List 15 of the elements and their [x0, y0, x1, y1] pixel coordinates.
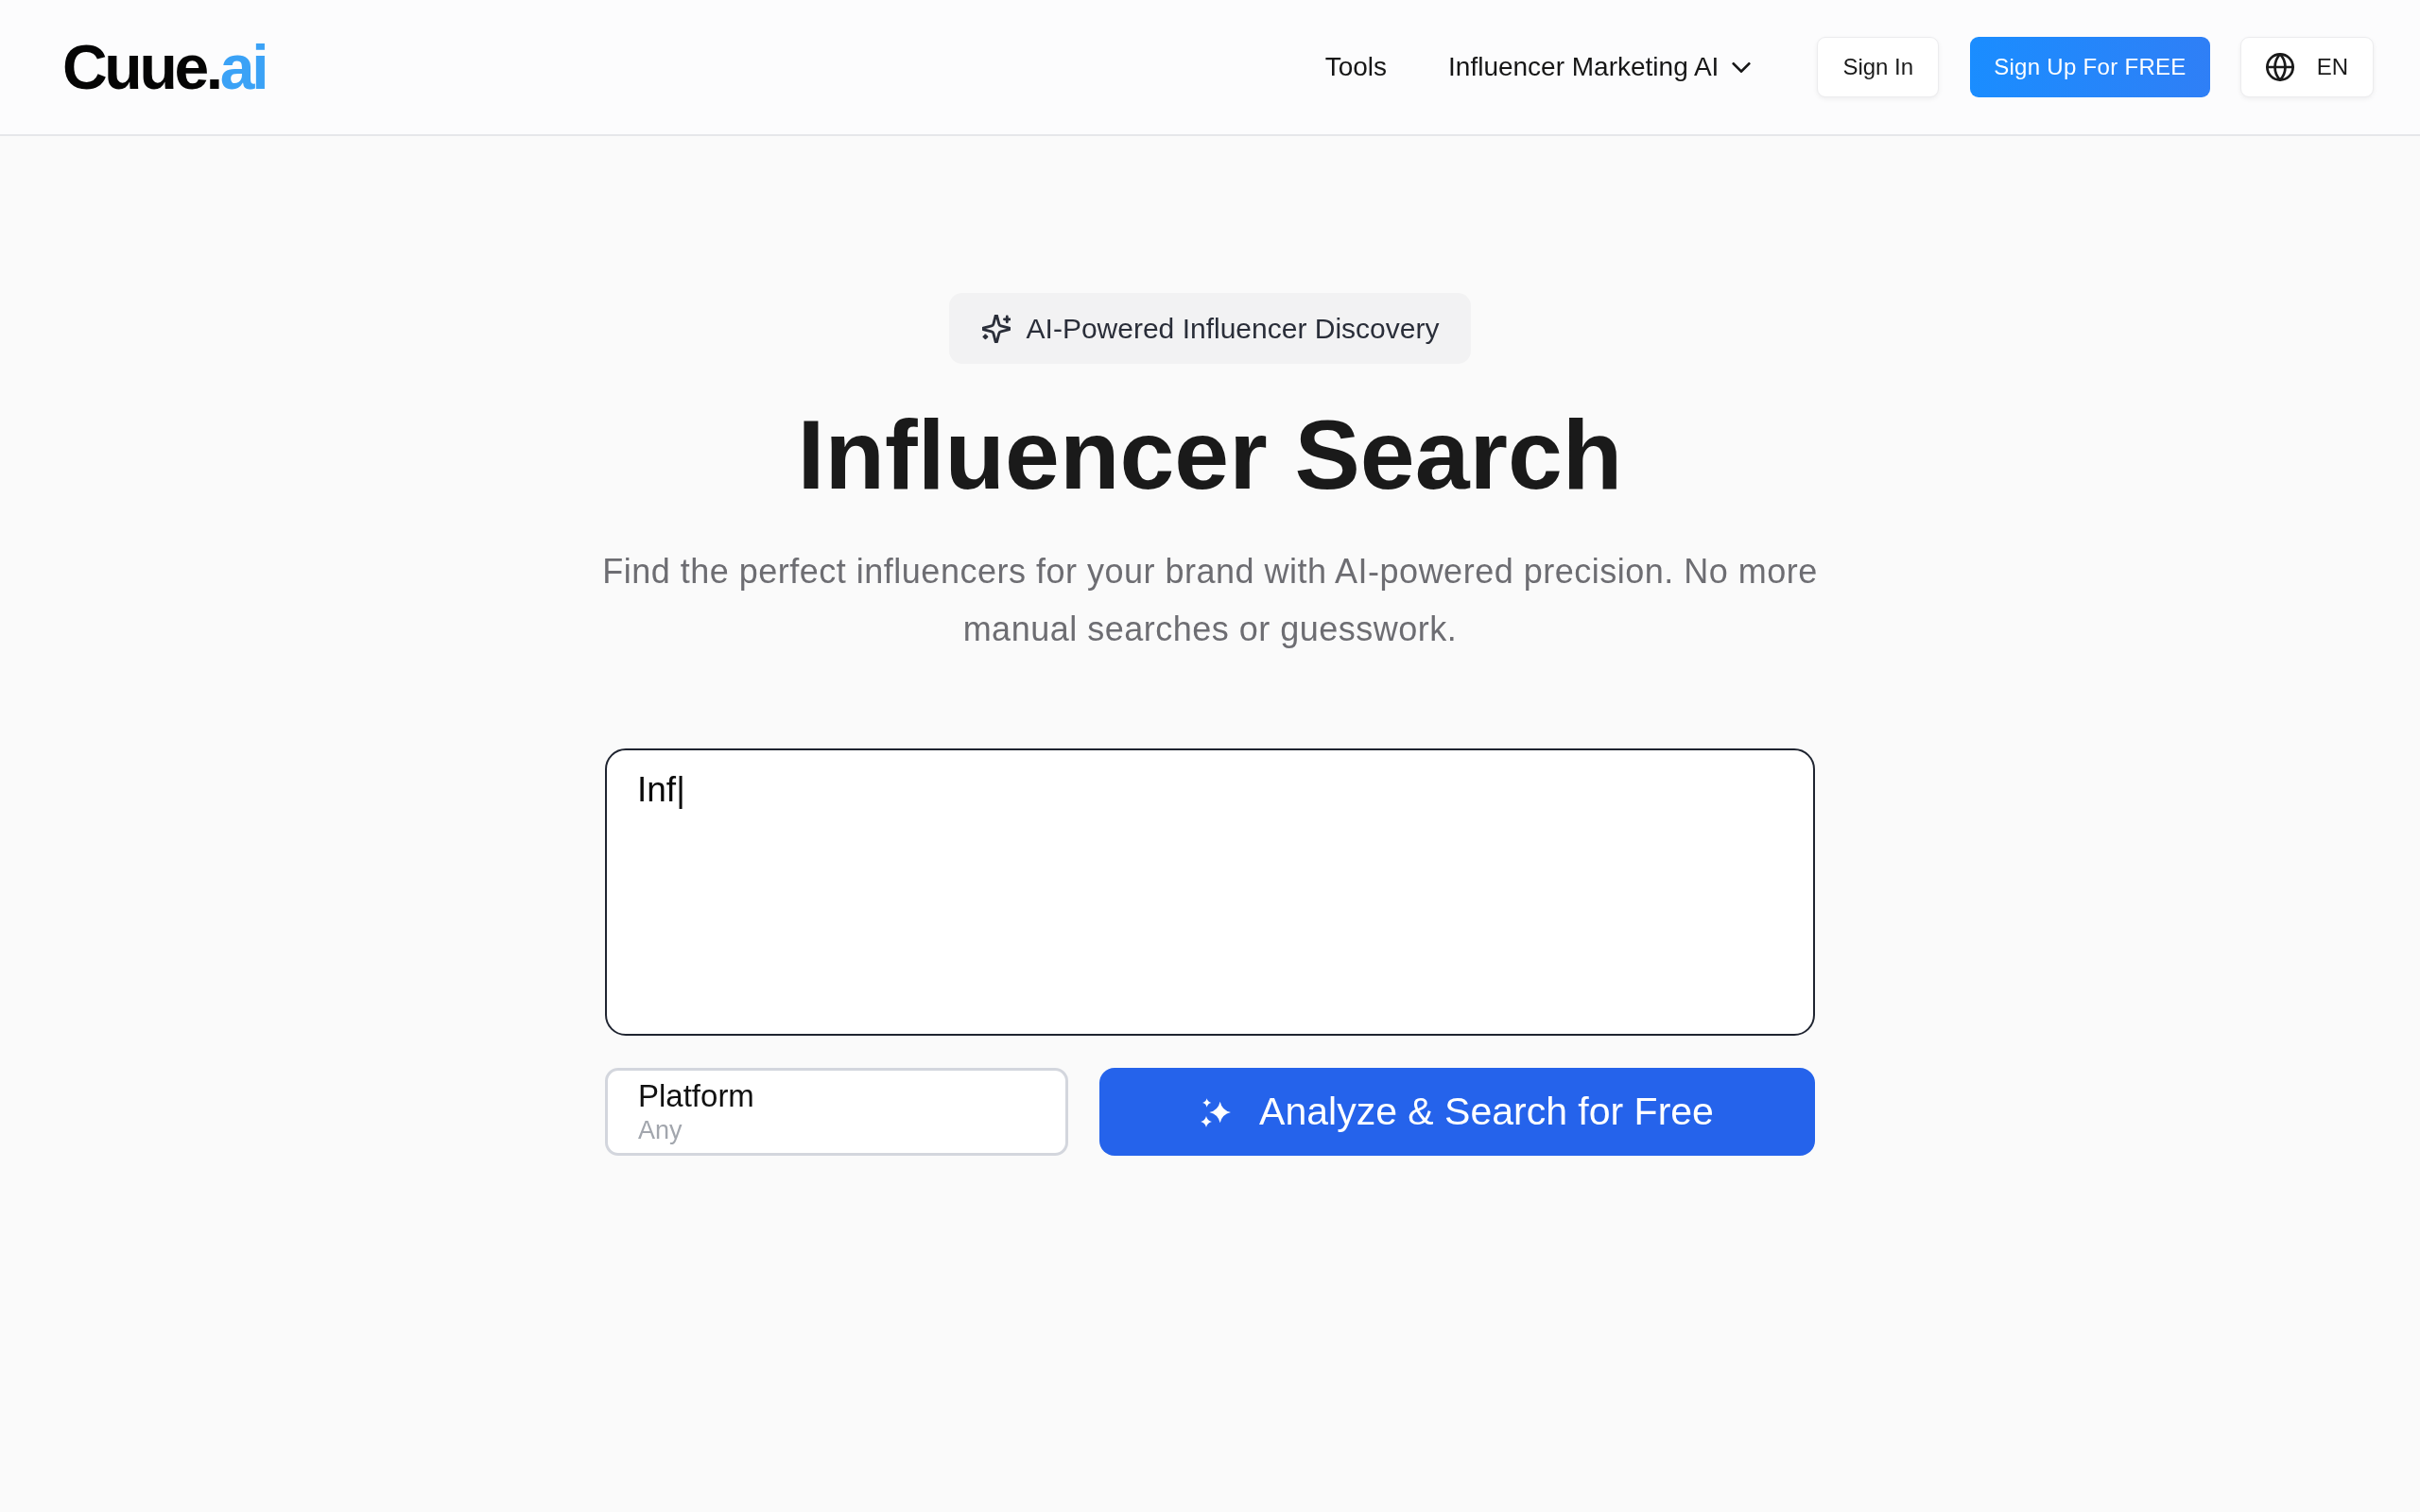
nav-link[interactable]: Tools [1324, 52, 1388, 82]
analyze-search-button[interactable]: Analyze & Search for Free [1099, 1068, 1815, 1156]
nav-dropdown[interactable]: Influencer Marketing AI [1448, 52, 1752, 82]
subtitle: Find the perfect influencers for your brand with AI-powered precision. No more manual searches or guesswork. [601, 551, 1819, 650]
sign-up-button[interactable]: Sign Up For FREE [1970, 37, 2210, 97]
logo[interactable]: Cuue.ai [62, 36, 267, 98]
sparkles-icon [1201, 1096, 1232, 1127]
page-title: Influencer Search [797, 399, 1623, 511]
badge-text: AI-Powered Influencer Discovery [1026, 312, 1440, 345]
language-button[interactable]: EN [2239, 37, 2374, 97]
sign-in-button[interactable]: Sign In [1817, 37, 1940, 97]
search-textarea[interactable]: Inf| [605, 748, 1815, 1036]
platform-select[interactable]: Platform Any [605, 1068, 1068, 1156]
sparkle-icon [981, 314, 1011, 343]
globe-icon [2265, 53, 2294, 81]
